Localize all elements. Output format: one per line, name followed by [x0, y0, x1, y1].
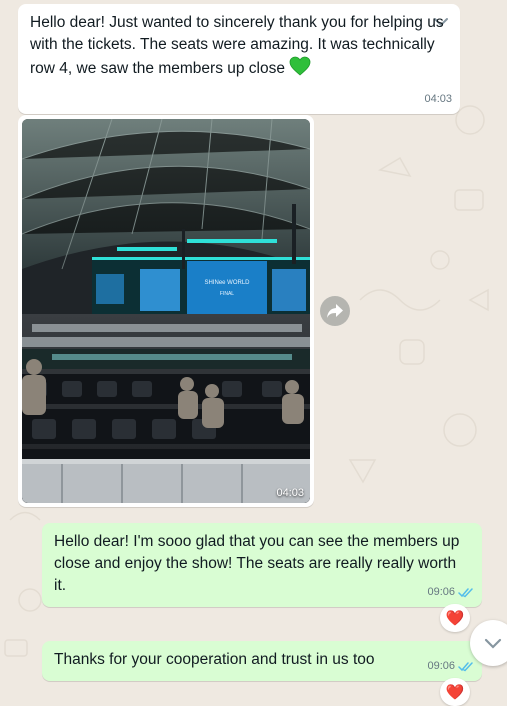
forward-button[interactable] — [320, 296, 350, 326]
svg-text:SHINee WORLD: SHINee WORLD — [204, 280, 250, 286]
incoming-image-message[interactable]: SHINee WORLD FINAL 04:03 — [18, 115, 314, 507]
heart-reaction-icon: ❤️ — [445, 610, 465, 627]
forward-icon — [327, 304, 343, 318]
outgoing-message-bubble[interactable]: Hello dear! I'm sooo glad that you can s… — [42, 523, 482, 607]
outgoing-message-bubble[interactable]: Thanks for your cooperation and trust in… — [42, 641, 482, 681]
double-check-icon — [458, 587, 473, 597]
reaction-heart[interactable]: ❤️ — [440, 678, 470, 706]
svg-text:FINAL: FINAL — [220, 291, 234, 297]
message-time: 09:06 — [427, 660, 455, 672]
message-meta: 04:03 — [424, 88, 452, 110]
message-text: Thanks for your cooperation and trust in… — [54, 651, 375, 668]
message-time: 04:03 — [276, 487, 304, 499]
message-text: Hello dear! Just wanted to sincerely tha… — [30, 14, 448, 77]
double-check-icon — [458, 661, 473, 671]
message-time: 09:06 — [427, 586, 455, 598]
message-meta: 09:06 — [427, 655, 474, 677]
concert-arena-photo[interactable]: SHINee WORLD FINAL — [22, 119, 310, 503]
message-text: Hello dear! I'm sooo glad that you can s… — [54, 533, 464, 594]
green-heart-icon — [289, 56, 311, 76]
message-meta: 09:06 — [427, 581, 474, 603]
chevron-down-icon — [484, 638, 502, 649]
reaction-heart[interactable]: ❤️ — [440, 604, 470, 632]
incoming-message-bubble[interactable]: Hello dear! Just wanted to sincerely tha… — [18, 4, 460, 114]
message-time: 04:03 — [424, 93, 452, 105]
heart-reaction-icon: ❤️ — [445, 684, 465, 701]
